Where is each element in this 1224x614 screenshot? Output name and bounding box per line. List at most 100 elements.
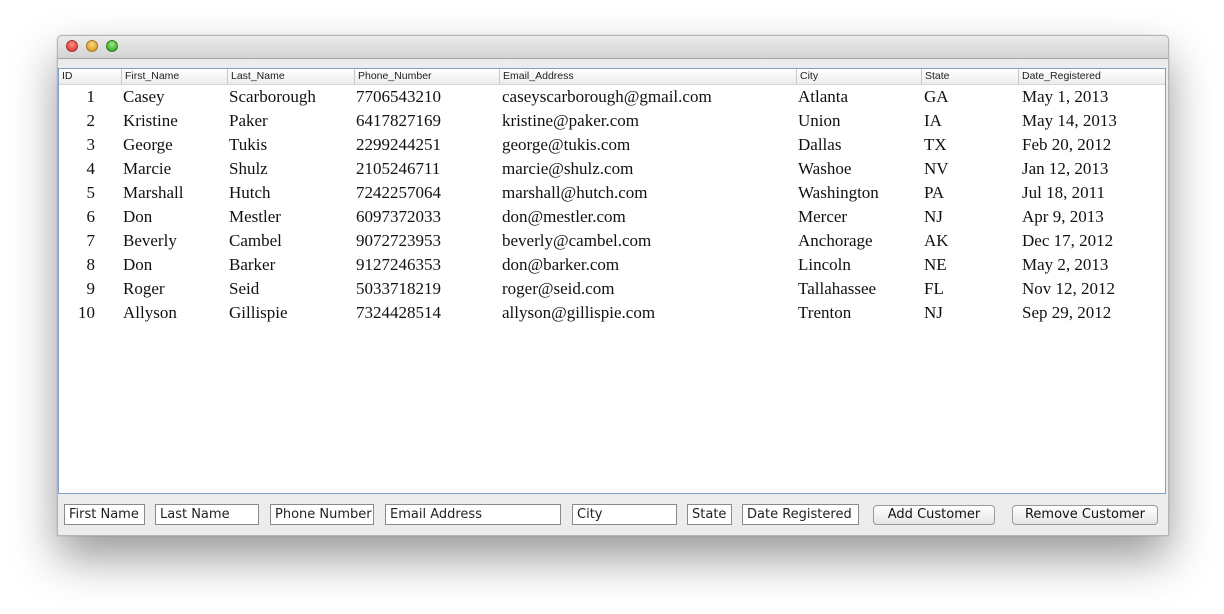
cell-last-name: Cambel (229, 231, 282, 250)
cell-id: 6 (86, 207, 96, 226)
cell-last-name: Seid (229, 279, 260, 298)
cell-email-address: kristine@paker.com (502, 111, 639, 130)
column-header-state[interactable]: State (921, 69, 1018, 84)
cell-state: NE (924, 255, 947, 274)
cell-id: 5 (86, 183, 96, 202)
cell-email-address: marcie@shulz.com (502, 159, 634, 178)
table-row[interactable]: 3 George Tukis 2299244251 george@tukis.com Da… (59, 133, 1165, 157)
cell-email-address: caseyscarborough@gmail.com (502, 87, 712, 106)
cell-phone-number: 6097372033 (356, 207, 441, 226)
cell-first-name: Marcie (123, 159, 172, 178)
cell-last-name: Scarborough (229, 87, 316, 106)
cell-first-name: Don (123, 207, 153, 226)
cell-phone-number: 5033718219 (356, 279, 441, 298)
table-row[interactable]: 6 Don Mestler 6097372033 don@mestler.com Merc… (59, 205, 1165, 229)
cell-id: 7 (86, 231, 96, 250)
minimize-window-button[interactable] (86, 40, 98, 52)
cell-last-name: Paker (229, 111, 268, 130)
cell-phone-number: 9127246353 (356, 255, 441, 274)
cell-last-name: Hutch (229, 183, 271, 202)
cell-email-address: george@tukis.com (502, 135, 631, 154)
table-row[interactable]: 5 Marshall Hutch 7242257064 marshall@hutch.c… (59, 181, 1165, 205)
cell-last-name: Barker (229, 255, 276, 274)
cell-state: PA (924, 183, 945, 202)
table-row[interactable]: 4 Marcie Shulz 2105246711 marcie@shulz.com Wa… (59, 157, 1165, 181)
cell-state: NJ (924, 207, 943, 226)
cell-city: Dallas (798, 135, 842, 154)
cell-last-name: Tukis (229, 135, 268, 154)
cell-city: Washoe (798, 159, 852, 178)
cell-date-registered: May 1, 2013 (1022, 87, 1109, 106)
app-window: ID First_Name Last_Name Phone_Number Email_A… (57, 35, 1169, 536)
cell-date-registered: Jul 18, 2011 (1022, 183, 1105, 202)
cell-city: Union (798, 111, 841, 130)
cell-phone-number: 2299244251 (356, 135, 441, 154)
cell-state: AK (924, 231, 949, 250)
cell-date-registered: Dec 17, 2012 (1022, 231, 1114, 250)
table-row[interactable]: 1 Casey Scarborough 7706543210 caseyscarboro… (59, 85, 1165, 109)
column-header-last-name[interactable]: Last_Name (227, 69, 354, 84)
table-row[interactable]: 2 Kristine Paker 6417827169 kristine@paker.c… (59, 109, 1165, 133)
cell-phone-number: 7324428514 (356, 303, 441, 322)
title-bar (58, 36, 1168, 59)
cell-email-address: allyson@gillispie.com (502, 303, 656, 322)
table-row[interactable]: 9 Roger Seid 5033718219 roger@seid.com Tallah… (59, 277, 1165, 301)
cell-date-registered: Apr 9, 2013 (1022, 207, 1104, 226)
column-header-city[interactable]: City (796, 69, 921, 84)
cell-first-name: Roger (123, 279, 165, 298)
cell-id: 9 (86, 279, 96, 298)
add-customer-button[interactable]: Add Customer (873, 505, 995, 525)
customer-table: ID First_Name Last_Name Phone_Number Email_A… (58, 68, 1166, 494)
cell-date-registered: May 2, 2013 (1022, 255, 1109, 274)
cell-id: 4 (86, 159, 96, 178)
column-header-date-registered[interactable]: Date_Registered (1018, 69, 1165, 84)
cell-city: Washington (798, 183, 879, 202)
cell-state: NJ (924, 303, 943, 322)
cell-id: 3 (86, 135, 96, 154)
cell-first-name: Beverly (123, 231, 177, 250)
table-body: 1 Casey Scarborough 7706543210 caseyscarboro… (59, 85, 1165, 325)
email-address-field[interactable] (385, 504, 561, 525)
cell-id: 10 (78, 303, 95, 322)
cell-id: 1 (86, 87, 96, 106)
table-row[interactable]: 10 Allyson Gillispie 7324428514 allyson@gill… (59, 301, 1165, 325)
date-registered-field[interactable] (742, 504, 859, 525)
state-field[interactable] (687, 504, 732, 525)
zoom-window-button[interactable] (106, 40, 118, 52)
cell-date-registered: Nov 12, 2012 (1022, 279, 1116, 298)
cell-state: GA (924, 87, 949, 106)
cell-city: Lincoln (798, 255, 851, 274)
cell-state: FL (924, 279, 944, 298)
column-header-first-name[interactable]: First_Name (121, 69, 227, 84)
cell-email-address: beverly@cambel.com (502, 231, 652, 250)
cell-first-name: Kristine (123, 111, 178, 130)
cell-email-address: don@mestler.com (502, 207, 626, 226)
cell-state: TX (924, 135, 947, 154)
cell-last-name: Shulz (229, 159, 268, 178)
cell-phone-number: 9072723953 (356, 231, 441, 250)
column-header-email-address[interactable]: Email_Address (499, 69, 796, 84)
phone-number-field[interactable] (270, 504, 374, 525)
table-row[interactable]: 8 Don Barker 9127246353 don@barker.com Lincol… (59, 253, 1165, 277)
cell-first-name: Casey (123, 87, 165, 106)
cell-date-registered: May 14, 2013 (1022, 111, 1117, 130)
column-header-phone-number[interactable]: Phone_Number (354, 69, 499, 84)
cell-date-registered: Sep 29, 2012 (1022, 303, 1112, 322)
add-customer-form: Add Customer Remove Customer (58, 502, 1168, 526)
table-row[interactable]: 7 Beverly Cambel 9072723953 beverly@cambel.c… (59, 229, 1165, 253)
cell-first-name: Marshall (123, 183, 184, 202)
cell-first-name: George (123, 135, 173, 154)
remove-customer-button[interactable]: Remove Customer (1012, 505, 1158, 525)
cell-city: Mercer (798, 207, 848, 226)
cell-id: 2 (86, 111, 96, 130)
last-name-field[interactable] (155, 504, 259, 525)
city-field[interactable] (572, 504, 677, 525)
column-header-id[interactable]: ID (59, 69, 121, 84)
table-header: ID First_Name Last_Name Phone_Number Email_A… (59, 69, 1165, 85)
cell-email-address: don@barker.com (502, 255, 620, 274)
first-name-field[interactable] (64, 504, 145, 525)
cell-email-address: roger@seid.com (502, 279, 615, 298)
cell-date-registered: Feb 20, 2012 (1022, 135, 1112, 154)
cell-id: 8 (86, 255, 96, 274)
close-window-button[interactable] (66, 40, 78, 52)
